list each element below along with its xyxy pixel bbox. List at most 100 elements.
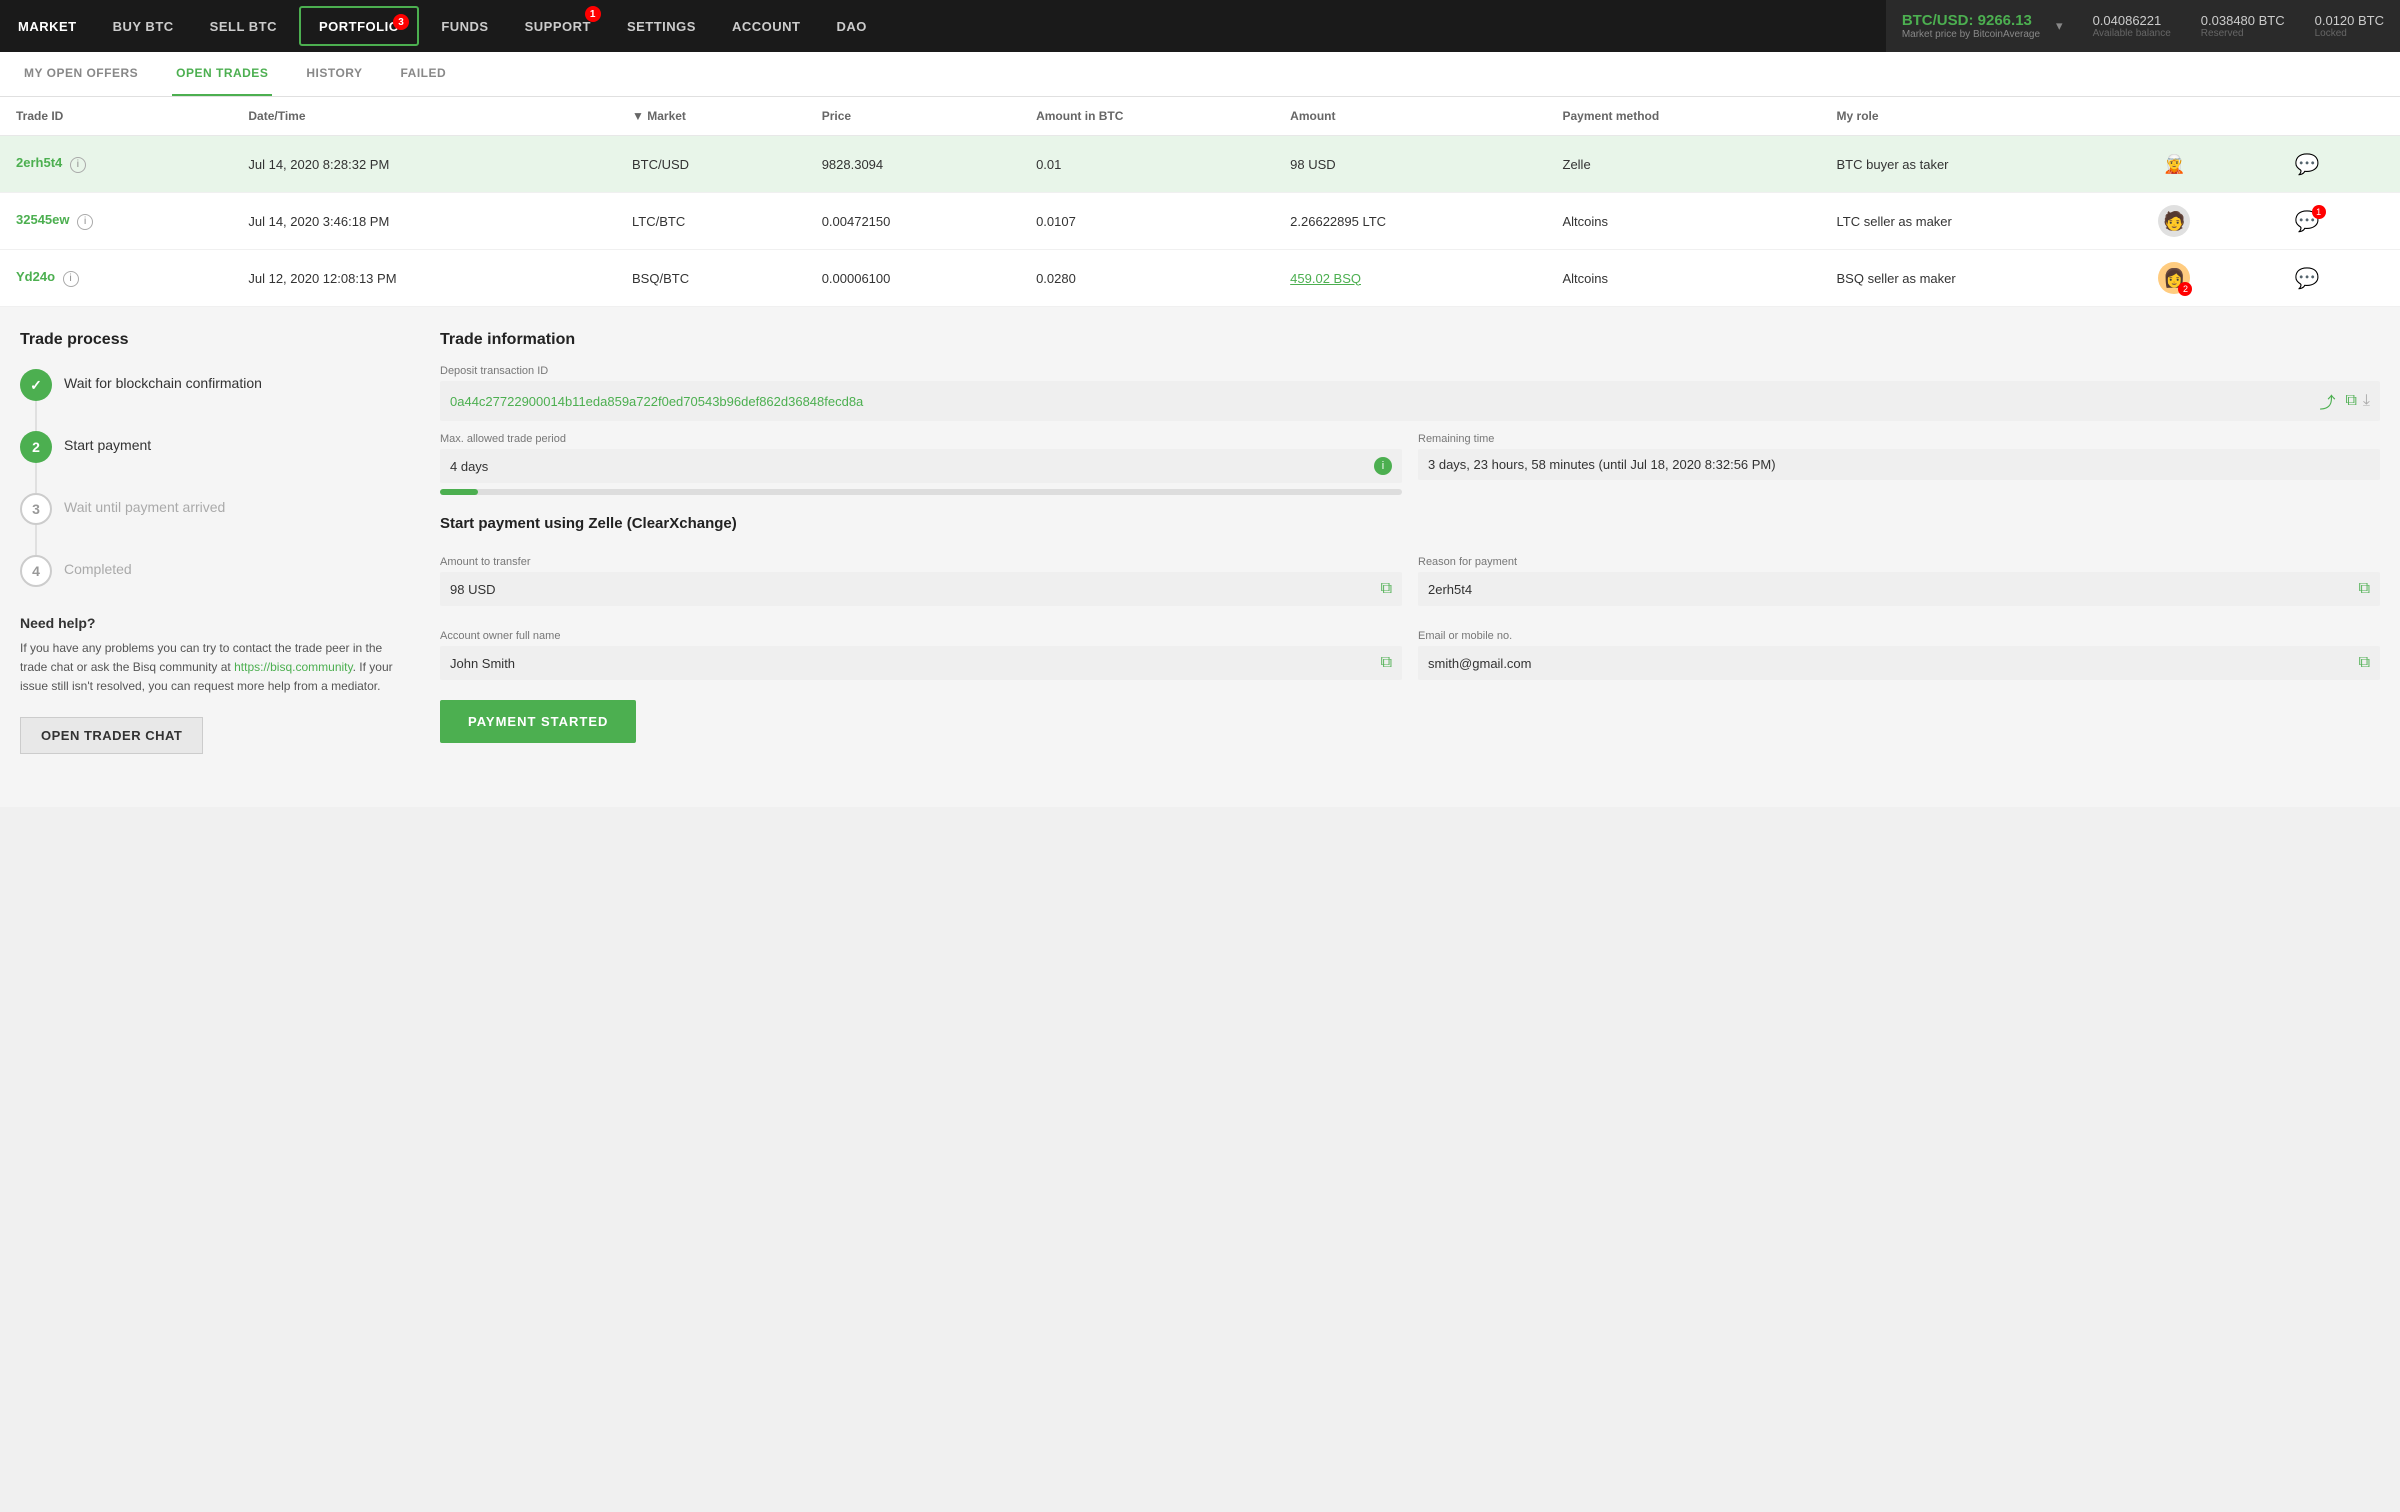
avatar: 🧝 — [2158, 148, 2190, 180]
tab-open-trades[interactable]: OPEN TRADES — [172, 52, 272, 96]
trade-avatar-cell: 👩 2 — [2142, 250, 2278, 307]
table-row[interactable]: Yd24o i Jul 12, 2020 12:08:13 PM BSQ/BTC… — [0, 250, 2400, 307]
payment-started-button[interactable]: PAYMENT STARTED — [440, 700, 636, 743]
amount-copy-icon[interactable]: ⧉ — [1381, 580, 1392, 598]
col-trade-id: Trade ID — [0, 97, 232, 136]
tab-failed[interactable]: FAILED — [397, 52, 451, 96]
col-chat — [2279, 97, 2400, 136]
remaining-col: Remaining time 3 days, 23 hours, 58 minu… — [1418, 421, 2380, 495]
amount-value: 98 USD — [450, 582, 496, 597]
trade-id-cell: 32545ew i — [0, 193, 232, 250]
help-title: Need help? — [20, 615, 400, 631]
btc-price: BTC/USD: 9266.13 — [1902, 12, 2040, 29]
nav-market[interactable]: MARKET — [0, 0, 95, 52]
trade-amount-cell: 459.02 BSQ — [1274, 250, 1546, 307]
trade-datetime-cell: Jul 14, 2020 3:46:18 PM — [232, 193, 616, 250]
help-section: Need help? If you have any problems you … — [20, 615, 400, 754]
trade-role-cell: BSQ seller as maker — [1821, 250, 2143, 307]
reason-col: Reason for payment 2erh5t4 ⧉ — [1418, 544, 2380, 606]
reason-label: Reason for payment — [1418, 556, 2380, 568]
nav-settings[interactable]: Settings — [609, 0, 714, 52]
reason-input-wrap: 2erh5t4 ⧉ — [1418, 572, 2380, 606]
step-2: 2 Start payment — [20, 431, 400, 463]
table-row[interactable]: 32545ew i Jul 14, 2020 3:46:18 PM LTC/BT… — [0, 193, 2400, 250]
progress-bar-fill — [440, 489, 478, 495]
nav-account[interactable]: Account — [714, 0, 819, 52]
col-market: ▼ Market — [616, 97, 806, 136]
col-datetime: Date/Time — [232, 97, 616, 136]
trade-price-cell: 0.00472150 — [806, 193, 1020, 250]
trade-market-cell: BSQ/BTC — [616, 250, 806, 307]
nav-support[interactable]: Support 1 — [507, 0, 609, 52]
deposit-tx-id: 0a44c27722900014b11eda859a722f0ed70543b9… — [450, 394, 863, 409]
trade-market-cell: BTC/USD — [616, 136, 806, 193]
chat-icon[interactable]: 💬 — [2295, 266, 2320, 291]
nav-buy-btc[interactable]: BUY BTC — [95, 0, 192, 52]
price-dropdown-icon[interactable]: ▾ — [2056, 18, 2063, 34]
step-2-label: Start payment — [64, 431, 151, 453]
max-period-value-row: 4 days i — [440, 449, 1402, 483]
trade-chat-cell[interactable]: 💬 — [2279, 136, 2400, 193]
trade-chat-cell[interactable]: 💬 1 — [2279, 193, 2400, 250]
period-remaining-row: Max. allowed trade period 4 days i Remai… — [440, 421, 2380, 495]
nav-portfolio[interactable]: PORTFOLIO 3 — [299, 6, 419, 46]
step-connector-2 — [35, 463, 37, 493]
reason-copy-icon[interactable]: ⧉ — [2359, 580, 2370, 598]
owner-copy-icon[interactable]: ⧉ — [1381, 654, 1392, 672]
trade-process-panel: Trade process ✓ Wait for blockchain conf… — [20, 331, 440, 783]
amount-col: Amount to transfer 98 USD ⧉ — [440, 544, 1402, 606]
chat-icon[interactable]: 💬 — [2295, 152, 2320, 177]
trade-amount-cell: 2.26622895 LTC — [1274, 193, 1546, 250]
trade-info-icon[interactable]: i — [70, 157, 86, 173]
col-amount-btc: Amount in BTC — [1020, 97, 1274, 136]
step-1-label: Wait for blockchain confirmation — [64, 369, 262, 391]
trades-table: Trade ID Date/Time ▼ Market Price Amount… — [0, 97, 2400, 307]
trade-info-panel: Trade information Deposit transaction ID… — [440, 331, 2380, 783]
locked-balance: 0.0120 BTC Locked — [2315, 13, 2384, 39]
support-badge: 1 — [585, 6, 601, 22]
period-info-icon[interactable]: i — [1374, 457, 1392, 475]
trade-info-icon[interactable]: i — [77, 214, 93, 230]
help-text: If you have any problems you can try to … — [20, 639, 400, 697]
nav-dao[interactable]: DAO — [818, 0, 884, 52]
table-header-row: Trade ID Date/Time ▼ Market Price Amount… — [0, 97, 2400, 136]
progress-bar-wrap — [440, 489, 1402, 495]
nav-sell-btc[interactable]: SELL BTC — [192, 0, 295, 52]
trade-info-title: Trade information — [440, 331, 2380, 349]
remaining-label: Remaining time — [1418, 433, 2380, 445]
trade-amount-cell: 98 USD — [1274, 136, 1546, 193]
owner-col: Account owner full name John Smith ⧉ — [440, 618, 1402, 680]
max-period-value: 4 days — [450, 459, 488, 474]
col-avatar — [2142, 97, 2278, 136]
email-copy-icon[interactable]: ⧉ — [2359, 654, 2370, 672]
owner-email-row: Account owner full name John Smith ⧉ Ema… — [440, 618, 2380, 680]
email-value: smith@gmail.com — [1428, 656, 1532, 671]
email-label: Email or mobile no. — [1418, 630, 2380, 642]
deposit-tx-value-row: 0a44c27722900014b11eda859a722f0ed70543b9… — [440, 381, 2380, 421]
trade-price-cell: 0.00006100 — [806, 250, 1020, 307]
trade-info-icon[interactable]: i — [63, 271, 79, 287]
trade-amount-btc-cell: 0.0107 — [1020, 193, 1274, 250]
drag-icon[interactable]: ⤓ — [2363, 392, 2370, 410]
remaining-value: 3 days, 23 hours, 58 minutes (until Jul … — [1418, 449, 2380, 480]
step-connector-3 — [35, 525, 37, 555]
tab-open-offers[interactable]: MY OPEN OFFERS — [20, 52, 142, 96]
step-connector-1 — [35, 401, 37, 431]
portfolio-tabs: MY OPEN OFFERS OPEN TRADES HISTORY FAILE… — [0, 52, 2400, 97]
open-trader-chat-button[interactable]: OPEN TRADER CHAT — [20, 717, 203, 754]
step-4-label: Completed — [64, 555, 132, 577]
trade-chat-cell[interactable]: 💬 — [2279, 250, 2400, 307]
top-navigation: MARKET BUY BTC SELL BTC PORTFOLIO 3 FUND… — [0, 0, 2400, 52]
tab-history[interactable]: HISTORY — [302, 52, 366, 96]
trade-payment-cell: Altcoins — [1547, 193, 1821, 250]
chat-icon[interactable]: 💬 1 — [2295, 209, 2320, 234]
nav-funds[interactable]: FUNDS — [423, 0, 506, 52]
max-period-label: Max. allowed trade period — [440, 433, 1402, 445]
step-3-icon: 3 — [20, 493, 52, 525]
owner-label: Account owner full name — [440, 630, 1402, 642]
amount-label: Amount to transfer — [440, 556, 1402, 568]
copy-icon[interactable]: ⧉ — [2345, 392, 2356, 410]
external-link-icon[interactable]: ⤴ — [2319, 389, 2335, 413]
help-link[interactable]: https://bisq.community — [234, 660, 353, 674]
table-row[interactable]: 2erh5t4 i Jul 14, 2020 8:28:32 PM BTC/US… — [0, 136, 2400, 193]
